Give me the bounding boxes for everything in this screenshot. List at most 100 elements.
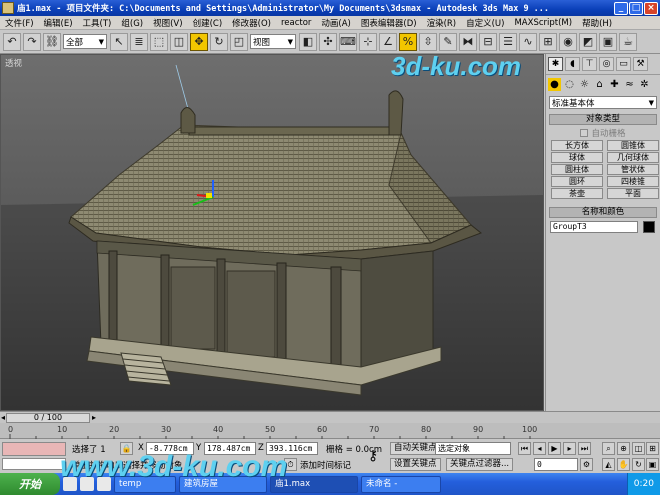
time-slider-thumb[interactable]: 0 / 100	[6, 413, 90, 423]
selection-filter-dropdown[interactable]: 全部 ▼	[63, 34, 107, 49]
maxscript-input-mini[interactable]	[2, 458, 66, 470]
helpers-icon[interactable]: ✚	[608, 78, 621, 91]
modify-tab-icon[interactable]: ◖	[565, 57, 580, 71]
link-icon[interactable]: ⛓	[43, 32, 61, 51]
tube-button[interactable]: 管状体	[607, 164, 659, 175]
time-prev-icon[interactable]: ◂	[1, 413, 5, 422]
undo-icon[interactable]: ↶	[3, 32, 21, 51]
create-tab-icon[interactable]: ✱	[548, 57, 563, 71]
time-config-icon[interactable]: ⚙	[580, 458, 593, 471]
close-button[interactable]: ×	[644, 1, 658, 15]
zoom-icon[interactable]: ⌕	[602, 442, 615, 455]
category-dropdown[interactable]: 标准基本体 ▼	[549, 96, 657, 109]
keyboard-shortcut-icon[interactable]: ⌨	[339, 32, 357, 51]
next-frame-icon[interactable]: ▸	[563, 442, 576, 455]
named-selection-icon[interactable]: ✎	[439, 32, 457, 51]
rectangle-selection-icon[interactable]: ⬚	[150, 32, 168, 51]
angle-snap-icon[interactable]: ∠	[379, 32, 397, 51]
torus-button[interactable]: 圆环	[551, 176, 603, 187]
key-filters-button[interactable]: 关键点过滤器...	[446, 458, 514, 471]
lights-icon[interactable]: ☼	[578, 78, 591, 91]
utilities-tab-icon[interactable]: ⚒	[633, 57, 648, 71]
menu-maxscript[interactable]: MAXScript(M)	[509, 18, 577, 28]
time-next-icon[interactable]: ▸	[92, 413, 96, 422]
time-slider[interactable]: ◂ 0 / 100 ▸	[0, 411, 660, 423]
scale-icon[interactable]: ◰	[230, 32, 248, 51]
current-frame-field[interactable]: 0	[534, 458, 578, 471]
maximize-button[interactable]: □	[629, 1, 643, 15]
track-bar[interactable]: 0 10 20 30 40 50 60 70 80 90 100	[0, 423, 660, 439]
minimize-button[interactable]: _	[614, 1, 628, 15]
quick-render-icon[interactable]: ☕	[619, 32, 637, 51]
move-icon[interactable]: ✥	[190, 32, 208, 51]
geosphere-button[interactable]: 几何球体	[607, 152, 659, 163]
redo-icon[interactable]: ↷	[23, 32, 41, 51]
material-editor-icon[interactable]: ◉	[559, 32, 577, 51]
menu-edit[interactable]: 编辑(E)	[39, 17, 78, 29]
add-time-tag[interactable]: 添加时间标记	[300, 459, 351, 471]
menu-create[interactable]: 创建(C)	[188, 17, 228, 29]
schematic-view-icon[interactable]: ⊞	[539, 32, 557, 51]
align-icon[interactable]: ⊟	[479, 32, 497, 51]
key-mode-dropdown[interactable]: 选定对象	[435, 442, 511, 455]
select-by-name-icon[interactable]: ≣	[130, 32, 148, 51]
object-name-input[interactable]: GroupT3	[550, 221, 638, 233]
display-tab-icon[interactable]: ▭	[616, 57, 631, 71]
goto-start-icon[interactable]: ⏮	[518, 442, 531, 455]
menu-animation[interactable]: 动画(A)	[316, 17, 355, 29]
geometry-icon[interactable]: ●	[548, 78, 561, 91]
teapot-button[interactable]: 茶壶	[551, 188, 603, 199]
select-object-icon[interactable]: ↖	[110, 32, 128, 51]
snap-icon[interactable]: ⊹	[359, 32, 377, 51]
percent-snap-icon[interactable]: %	[399, 32, 417, 51]
object-color-swatch[interactable]	[643, 221, 655, 233]
sphere-button[interactable]: 球体	[551, 152, 603, 163]
layer-manager-icon[interactable]: ☰	[499, 32, 517, 51]
field-of-view-icon[interactable]: ◭	[602, 458, 615, 471]
viewport-label[interactable]: 透视	[5, 57, 22, 69]
maxscript-listener-mini[interactable]	[2, 442, 66, 456]
menu-tools[interactable]: 工具(T)	[78, 17, 117, 29]
auto-key-button[interactable]: 自动关键点	[390, 442, 441, 455]
menu-help[interactable]: 帮助(H)	[577, 17, 617, 29]
pyramid-button[interactable]: 四棱锥	[607, 176, 659, 187]
cameras-icon[interactable]: ⌂	[593, 78, 606, 91]
systems-icon[interactable]: ✲	[638, 78, 651, 91]
menu-file[interactable]: 文件(F)	[0, 17, 39, 29]
render-frame-icon[interactable]: ▣	[599, 32, 617, 51]
hierarchy-tab-icon[interactable]: ⊤	[582, 57, 597, 71]
name-color-rollout[interactable]: 名称和颜色	[549, 207, 657, 218]
menu-reactor[interactable]: reactor	[276, 18, 316, 28]
autogrid-checkbox[interactable]: 自动栅格	[546, 127, 660, 139]
manipulate-icon[interactable]: ✣	[319, 32, 337, 51]
menu-graph-editors[interactable]: 图表编辑器(D)	[356, 17, 422, 29]
prev-frame-icon[interactable]: ◂	[533, 442, 546, 455]
zoom-extents-all-icon[interactable]: ⊞	[646, 442, 659, 455]
mirror-icon[interactable]: ⧓	[459, 32, 477, 51]
shapes-icon[interactable]: ◌	[563, 78, 576, 91]
cylinder-button[interactable]: 圆柱体	[551, 164, 603, 175]
maximize-viewport-icon[interactable]: ▣	[646, 458, 659, 471]
motion-tab-icon[interactable]: ◎	[599, 57, 614, 71]
reference-coord-dropdown[interactable]: 视图 ▼	[250, 34, 296, 49]
plane-button[interactable]: 平面	[607, 188, 659, 199]
zoom-all-icon[interactable]: ⊕	[617, 442, 630, 455]
goto-end-icon[interactable]: ⏭	[578, 442, 591, 455]
render-setup-icon[interactable]: ◩	[579, 32, 597, 51]
pivot-icon[interactable]: ◧	[299, 32, 317, 51]
menu-group[interactable]: 组(G)	[116, 17, 148, 29]
box-button[interactable]: 长方体	[551, 140, 603, 151]
menu-view[interactable]: 视图(V)	[148, 17, 187, 29]
spacewarps-icon[interactable]: ≈	[623, 78, 636, 91]
set-key-button[interactable]: 设置关键点	[390, 458, 441, 471]
rotate-icon[interactable]: ↻	[210, 32, 228, 51]
cone-button[interactable]: 圆锥体	[607, 140, 659, 151]
menu-customize[interactable]: 自定义(U)	[461, 17, 509, 29]
curve-editor-icon[interactable]: ∿	[519, 32, 537, 51]
pan-icon[interactable]: ✋	[617, 458, 630, 471]
orbit-icon[interactable]: ↻	[632, 458, 645, 471]
spinner-snap-icon[interactable]: ⇳	[419, 32, 437, 51]
menu-rendering[interactable]: 渲染(R)	[422, 17, 462, 29]
window-crossing-icon[interactable]: ◫	[170, 32, 188, 51]
start-button[interactable]: 开始	[0, 473, 60, 495]
